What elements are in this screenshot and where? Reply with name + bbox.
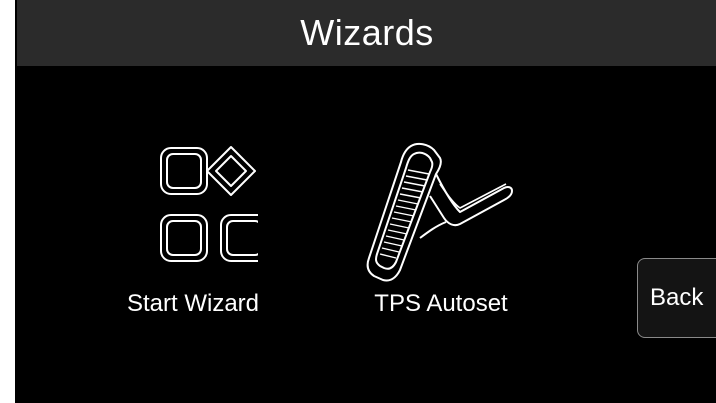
start-wizard-label: Start Wizard bbox=[126, 290, 260, 317]
throttle-pedal-icon bbox=[366, 142, 513, 282]
start-wizard-button[interactable]: Start Wizard bbox=[93, 140, 293, 330]
outer-frame bbox=[0, 0, 16, 403]
header-bar: Wizards bbox=[17, 0, 716, 66]
start-wizard-icon bbox=[160, 146, 258, 262]
back-button[interactable]: Back bbox=[637, 258, 716, 338]
page-title: Wizards bbox=[300, 12, 434, 53]
tps-autoset-label: TPS Autoset bbox=[374, 290, 508, 317]
back-button-label: Back bbox=[650, 284, 704, 311]
tps-autoset-button[interactable]: TPS Autoset bbox=[341, 140, 541, 330]
screen: Wizards Start Wizard TPS Autoset Back bbox=[16, 0, 716, 403]
